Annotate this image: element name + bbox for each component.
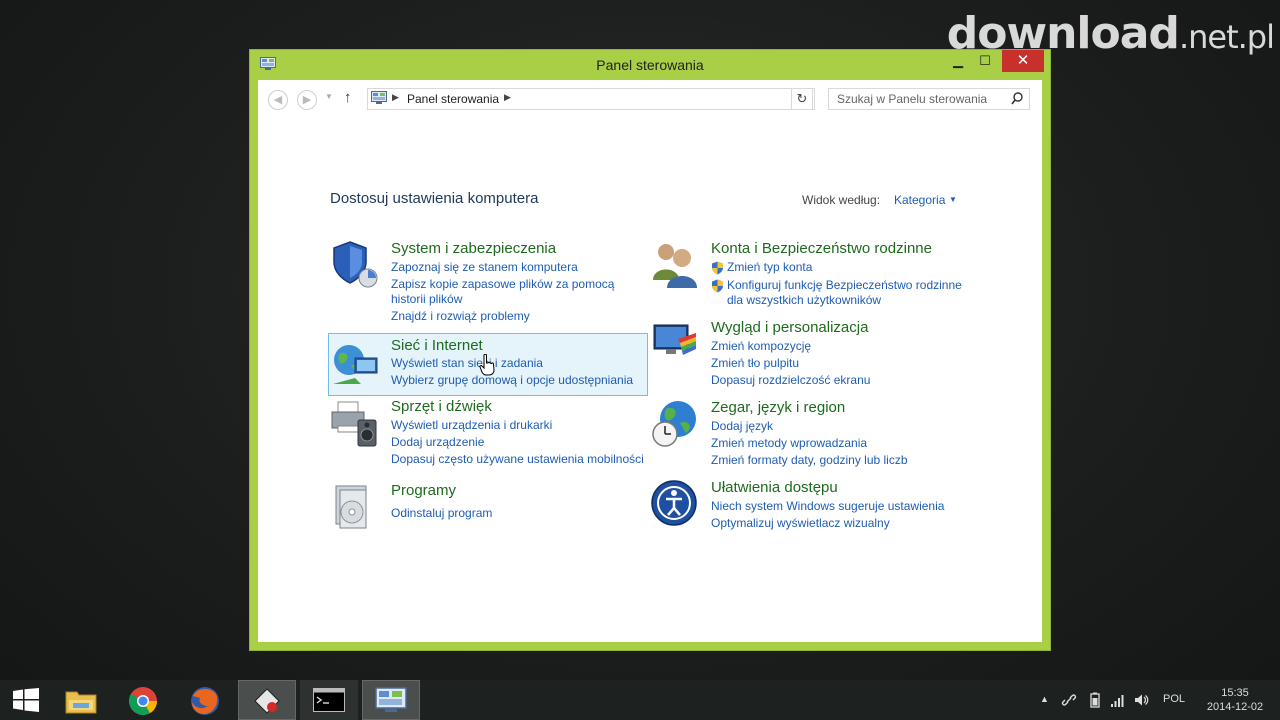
category-hardware-sound: Sprzęt i dźwięk Wyświetl urządzenia i dr… xyxy=(330,398,650,468)
category-clock-region: Zegar, język i region Dodaj język Zmień … xyxy=(650,399,970,469)
chevron-right-icon[interactable]: ▶ xyxy=(504,92,511,103)
windows-logo-icon xyxy=(13,688,39,712)
category-link[interactable]: Zmień metody wprowadzania xyxy=(711,436,867,451)
category-network-internet[interactable]: Sieć i Internet Wyświetl stan sieci i za… xyxy=(328,333,648,396)
back-button[interactable]: ◀ xyxy=(268,90,288,110)
category-link[interactable]: Dodaj język xyxy=(711,419,773,434)
category-link[interactable]: Dodaj urządzenie xyxy=(391,435,484,450)
category-title[interactable]: Zegar, język i region xyxy=(711,399,845,416)
folder-icon xyxy=(65,691,97,714)
uac-shield-icon xyxy=(712,279,723,293)
clock[interactable]: 15:35 2014-12-02 xyxy=(1206,686,1264,714)
category-title[interactable]: Sprzęt i dźwięk xyxy=(391,398,492,415)
input-language-indicator[interactable]: POL xyxy=(1163,693,1185,705)
caret-down-icon[interactable]: ▼ xyxy=(949,195,957,204)
category-link[interactable]: historii plików xyxy=(391,292,462,307)
clock-globe-icon xyxy=(652,401,696,447)
category-ease-of-access: Ułatwienia dostępu Niech system Windows … xyxy=(650,479,970,533)
category-system-security: System i zabezpieczenia Zapoznaj się ze … xyxy=(330,240,630,323)
hand-cursor-icon xyxy=(479,354,495,376)
up-button[interactable]: ↑ xyxy=(344,89,352,106)
clock-time: 15:35 xyxy=(1221,687,1249,699)
clock-date: 2014-12-02 xyxy=(1206,701,1264,713)
forward-button[interactable]: ▶ xyxy=(297,90,317,110)
search-box[interactable] xyxy=(828,88,1030,110)
category-link[interactable]: Zmień kompozycję xyxy=(711,339,811,354)
address-bar[interactable]: ▶ Panel sterowania ▶ ⌄ xyxy=(367,88,815,110)
search-icon[interactable] xyxy=(1011,92,1023,106)
command-prompt-icon[interactable] xyxy=(300,680,358,720)
view-by-label: Widok według: xyxy=(802,193,881,207)
file-explorer-icon[interactable] xyxy=(52,680,110,720)
category-link[interactable]: Dopasuj rozdzielczość ekranu xyxy=(711,373,870,388)
taskbar: ▲ POL 15:35 2014-12-02 xyxy=(0,680,1280,720)
firefox-logo-icon xyxy=(191,687,219,715)
category-title[interactable]: Wygląd i personalizacja xyxy=(711,319,868,336)
category-title[interactable]: Ułatwienia dostępu xyxy=(711,479,838,496)
category-link[interactable]: Niech system Windows sugeruje ustawienia xyxy=(711,499,944,514)
minimize-button[interactable]: ▁ xyxy=(948,50,968,72)
signal-icon[interactable] xyxy=(1110,692,1126,708)
chevron-right-icon[interactable]: ▶ xyxy=(392,92,399,103)
window-title: Panel sterowania xyxy=(596,57,704,73)
watermark-domain: .net.pl xyxy=(1178,18,1275,56)
title-bar[interactable]: Panel sterowania ▁ ☐ ✕ xyxy=(250,50,1050,80)
breadcrumb-control-panel[interactable]: Panel sterowania xyxy=(407,92,499,106)
uac-shield-icon xyxy=(712,261,723,275)
category-link[interactable]: Zmień formaty daty, godziny lub liczb xyxy=(711,453,908,468)
control-panel-icon xyxy=(371,91,387,104)
maximize-button[interactable]: ☐ xyxy=(974,50,996,72)
category-link[interactable]: dla wszystkich użytkowników xyxy=(727,293,881,308)
category-title[interactable]: Konta i Bezpieczeństwo rodzinne xyxy=(711,240,932,257)
close-button[interactable]: ✕ xyxy=(1002,50,1044,72)
show-hidden-icons-button[interactable]: ▲ xyxy=(1040,694,1049,704)
category-link[interactable]: Zapisz kopie zapasowe plików za pomocą xyxy=(391,277,614,292)
terminal-icon xyxy=(313,688,345,712)
battery-icon[interactable] xyxy=(1087,692,1103,708)
record-app-icon xyxy=(254,688,280,714)
window-content: ◀ ▶ ▼ ↑ ▶ Panel sterowania ▶ ⌄ ↻ Dostosu… xyxy=(258,80,1042,642)
app-icon[interactable] xyxy=(238,680,296,720)
category-link[interactable]: Zapoznaj się ze stanem komputera xyxy=(391,260,578,275)
control-panel-window: Panel sterowania ▁ ☐ ✕ ◀ ▶ ▼ ↑ ▶ Panel s… xyxy=(250,50,1050,650)
start-button[interactable] xyxy=(0,680,58,720)
category-appearance: Wygląd i personalizacja Zmień kompozycję… xyxy=(650,319,970,389)
search-input[interactable] xyxy=(829,89,1012,109)
recent-locations-dropdown[interactable]: ▼ xyxy=(325,92,333,101)
volume-icon[interactable] xyxy=(1133,692,1149,708)
chrome-icon[interactable] xyxy=(114,680,172,720)
printer-speaker-icon xyxy=(331,401,377,447)
category-link[interactable]: Wybierz grupę domową i opcje udostępnian… xyxy=(391,373,633,388)
ease-of-access-icon xyxy=(651,480,697,526)
programs-disc-icon xyxy=(335,485,367,529)
users-icon xyxy=(653,244,697,288)
category-link[interactable]: Wyświetl stan sieci i zadania xyxy=(391,356,543,371)
category-link[interactable]: Konfiguruj funkcję Bezpieczeństwo rodzin… xyxy=(727,278,962,293)
network-globe-icon xyxy=(333,345,378,384)
category-link[interactable]: Znajdź i rozwiąż problemy xyxy=(391,309,530,324)
page-title: Dostosuj ustawienia komputera xyxy=(330,190,539,207)
firefox-icon[interactable] xyxy=(176,680,234,720)
category-title[interactable]: Sieć i Internet xyxy=(391,337,483,354)
link-icon[interactable] xyxy=(1061,692,1077,708)
shield-icon xyxy=(333,241,378,288)
control-panel-icon[interactable] xyxy=(362,680,420,720)
category-link[interactable]: Odinstaluj program xyxy=(391,506,492,521)
display-paint-icon xyxy=(653,324,696,355)
category-link[interactable]: Optymalizuj wyświetlacz wizualny xyxy=(711,516,890,531)
category-user-accounts: Konta i Bezpieczeństwo rodzinne Zmień ty… xyxy=(650,240,970,310)
category-link[interactable]: Wyświetl urządzenia i drukarki xyxy=(391,418,552,433)
category-link[interactable]: Zmień typ konta xyxy=(727,260,812,275)
category-title[interactable]: System i zabezpieczenia xyxy=(391,240,556,257)
category-title[interactable]: Programy xyxy=(391,482,456,499)
category-link[interactable]: Zmień tło pulpitu xyxy=(711,356,799,371)
category-programs: Programy Odinstaluj program xyxy=(330,482,630,532)
control-panel-taskbar-icon xyxy=(375,687,407,712)
view-by-dropdown[interactable]: Kategoria xyxy=(894,193,945,207)
category-link[interactable]: Dopasuj często używane ustawienia mobiln… xyxy=(391,452,644,467)
chrome-logo-icon xyxy=(129,687,157,715)
refresh-button[interactable]: ↻ xyxy=(791,88,813,110)
